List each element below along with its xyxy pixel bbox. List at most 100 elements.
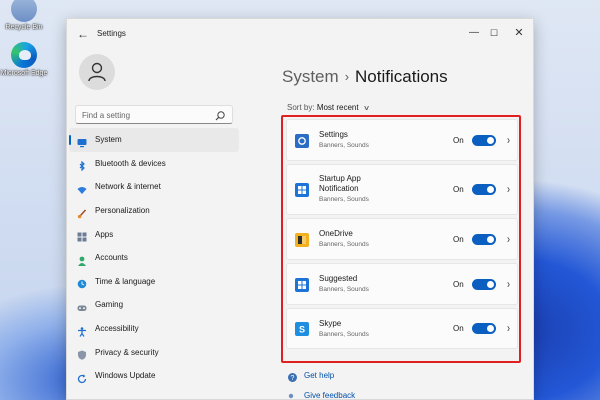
search-box[interactable]	[75, 105, 233, 124]
help-icon: ?	[287, 370, 298, 382]
notification-toggle[interactable]	[472, 234, 496, 245]
search-icon[interactable]	[214, 109, 226, 121]
sidebar-item-bluetooth[interactable]: Bluetooth & devices	[69, 152, 239, 176]
toggle-state-label: On	[453, 324, 464, 333]
feedback-icon	[287, 390, 298, 400]
accounts-icon	[77, 253, 87, 266]
give-feedback-link[interactable]: Give feedback	[287, 385, 356, 400]
app-notification-row-skype[interactable]: S Skype Banners, Sounds On ›	[286, 308, 518, 349]
toggle-state-label: On	[453, 185, 464, 194]
window-title: Settings	[97, 29, 126, 38]
app-name-line2: Notification	[319, 184, 359, 193]
app-notification-row-suggested[interactable]: Suggested Banners, Sounds On ›	[286, 263, 518, 305]
app-notification-types: Banners, Sounds	[319, 331, 369, 338]
sidebar-item-privacy-security[interactable]: Privacy & security	[69, 340, 239, 364]
chevron-right-icon[interactable]: ›	[507, 183, 510, 196]
sort-label: Sort by:	[287, 103, 315, 112]
app-notification-list: Settings Banners, Sounds On › Startup Ap…	[286, 119, 518, 352]
app-name: Startup App	[319, 174, 361, 183]
sidebar-item-label: Windows Update	[95, 371, 156, 381]
onedrive-icon	[295, 233, 309, 247]
app-notification-types: Banners, Sounds	[319, 196, 369, 203]
sidebar-item-gaming[interactable]: Gaming	[69, 293, 239, 317]
desktop-icon-recycle-bin[interactable]: Recycle Bin	[0, 0, 48, 32]
maximize-button[interactable]: ☐	[485, 25, 503, 41]
sidebar-item-label: Privacy & security	[95, 347, 159, 357]
breadcrumb-parent[interactable]: System	[282, 67, 339, 86]
app-notification-types: Banners, Sounds	[319, 142, 369, 149]
title-bar: ← Settings — ☐ ✕	[67, 19, 533, 49]
app-notification-types: Banners, Sounds	[319, 241, 369, 248]
sidebar-item-label: Accounts	[95, 253, 128, 263]
toggle-knob	[487, 325, 494, 332]
sidebar-item-personalization[interactable]: Personalization	[69, 199, 239, 223]
get-help-link[interactable]: ? Get help	[287, 365, 355, 385]
desktop-icon-edge[interactable]: Microsoft Edge	[0, 42, 48, 78]
give-feedback-label: Give feedback	[304, 390, 356, 400]
svg-text:S: S	[299, 325, 305, 335]
search-input[interactable]	[82, 109, 212, 121]
globe-clock-icon	[77, 276, 87, 289]
help-links: ? Get help Give feedback	[287, 365, 356, 400]
desktop-icon-label: Microsoft Edge	[0, 70, 48, 77]
chevron-down-icon: ∨	[362, 105, 370, 112]
apps-icon	[77, 229, 87, 242]
chevron-right-icon[interactable]: ›	[507, 278, 510, 291]
sort-dropdown[interactable]: Sort by: Most recent ∨	[287, 103, 370, 112]
toggle-knob	[487, 281, 494, 288]
breadcrumb-separator: ›	[344, 69, 350, 84]
app-notification-types: Banners, Sounds	[319, 286, 369, 293]
notification-toggle[interactable]	[472, 279, 496, 290]
app-notification-row-onedrive[interactable]: OneDrive Banners, Sounds On ›	[286, 218, 518, 260]
notification-toggle[interactable]	[472, 135, 496, 146]
chevron-right-icon[interactable]: ›	[507, 233, 510, 246]
svg-text:?: ?	[291, 375, 295, 382]
toggle-knob	[487, 137, 494, 144]
skype-icon: S	[295, 322, 309, 336]
get-help-label: Get help	[304, 370, 335, 380]
app-name: Settings	[319, 130, 348, 139]
sidebar-nav: System Bluetooth & devices Network & int…	[69, 128, 241, 388]
notification-toggle[interactable]	[472, 184, 496, 195]
app-name: Skype	[319, 319, 342, 328]
sidebar-item-label: Time & language	[95, 276, 156, 286]
app-notification-row-settings[interactable]: Settings Banners, Sounds On ›	[286, 119, 518, 161]
gaming-icon	[77, 300, 87, 311]
sidebar-item-time-language[interactable]: Time & language	[69, 270, 239, 294]
update-icon	[77, 371, 87, 383]
suggested-icon	[295, 278, 309, 292]
shield-icon	[77, 347, 87, 360]
edge-icon	[11, 42, 37, 68]
bluetooth-icon	[77, 158, 87, 172]
chevron-right-icon[interactable]: ›	[507, 134, 510, 147]
chevron-right-icon[interactable]: ›	[507, 322, 510, 335]
sidebar-item-apps[interactable]: Apps	[69, 222, 239, 246]
brush-icon	[77, 206, 87, 218]
sidebar-item-accounts[interactable]: Accounts	[69, 246, 239, 270]
minimize-button[interactable]: —	[465, 25, 483, 41]
settings-app-icon	[295, 134, 309, 148]
sidebar-item-system[interactable]: System	[69, 128, 239, 152]
toggle-knob	[487, 236, 494, 243]
sidebar-item-label: System	[95, 135, 122, 145]
sidebar-item-windows-update[interactable]: Windows Update	[69, 364, 239, 388]
notification-toggle[interactable]	[472, 323, 496, 334]
sidebar-item-label: Apps	[95, 229, 114, 239]
sidebar-item-label: Gaming	[95, 300, 124, 310]
recycle-bin-icon	[11, 0, 37, 22]
sidebar-item-label: Network & internet	[95, 182, 161, 192]
sort-value: Most recent	[316, 103, 359, 112]
back-arrow-icon[interactable]: ←	[75, 26, 91, 42]
app-notification-row-startup-app[interactable]: Startup App Notification Banners, Sounds…	[286, 164, 518, 215]
close-button[interactable]: ✕	[510, 25, 528, 41]
sidebar-item-label: Accessibility	[95, 324, 139, 334]
desktop-icon-label: Recycle Bin	[5, 24, 43, 31]
avatar[interactable]	[79, 54, 115, 90]
sidebar-item-label: Personalization	[95, 206, 150, 216]
sidebar-item-network[interactable]: Network & internet	[69, 175, 239, 199]
startup-app-icon	[295, 183, 309, 197]
toggle-state-label: On	[453, 235, 464, 244]
sidebar-item-accessibility[interactable]: Accessibility	[69, 317, 239, 341]
sidebar-item-label: Bluetooth & devices	[95, 158, 166, 168]
settings-window: ← Settings — ☐ ✕ System	[66, 18, 534, 400]
